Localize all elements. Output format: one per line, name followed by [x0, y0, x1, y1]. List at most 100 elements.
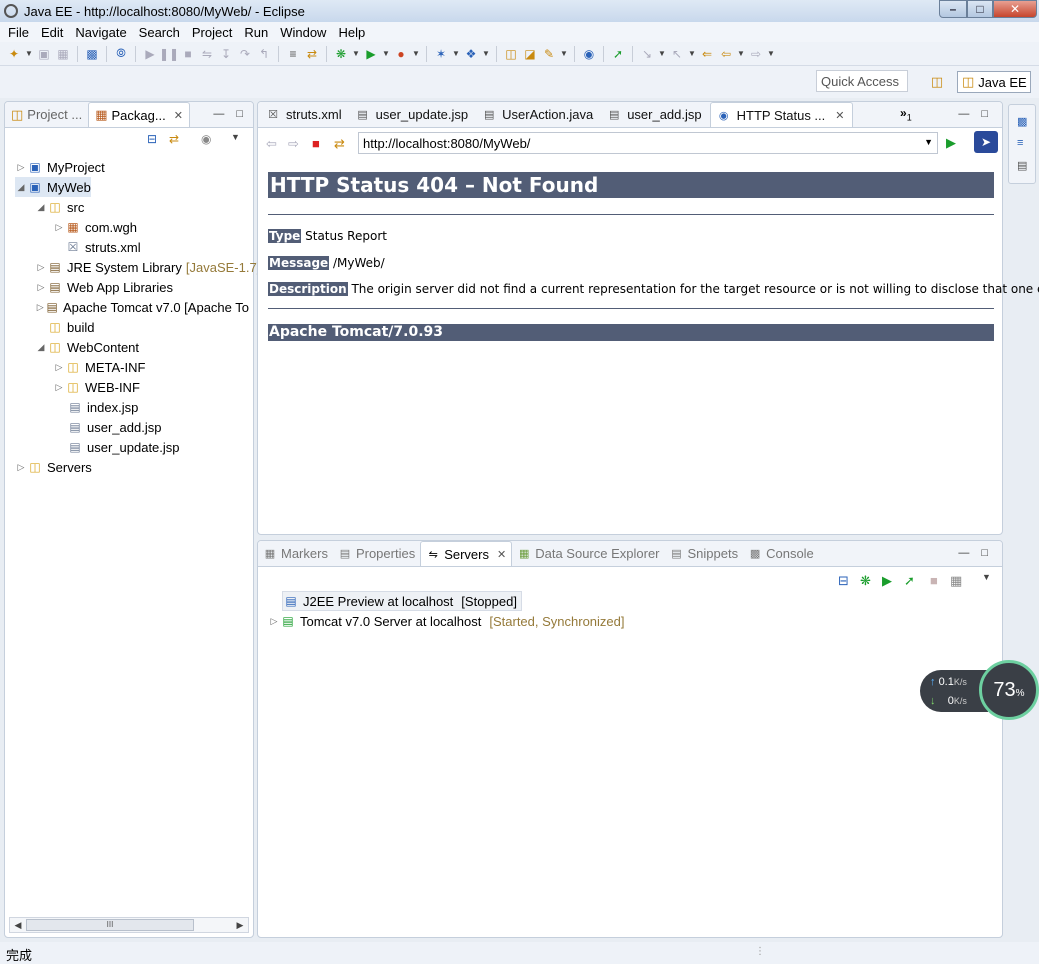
open-folder-icon[interactable]: ◪ — [522, 46, 538, 62]
forward-dropdown-icon[interactable]: ▼ — [767, 49, 775, 58]
menu-navigate[interactable]: Navigate — [69, 25, 132, 40]
scroll-right-icon[interactable]: ▶ — [233, 918, 247, 932]
collapse-all-icon[interactable]: ⊟ — [147, 132, 157, 146]
go-icon[interactable]: ▶ — [946, 135, 956, 151]
suspend-icon[interactable]: ❚❚ — [159, 46, 179, 62]
minimize-view-icon[interactable]: — — [958, 108, 969, 120]
memory-usage-gauge[interactable]: 73% — [979, 660, 1039, 720]
outline-icon[interactable]: ≡ — [1017, 137, 1023, 149]
tree-item-myweb[interactable]: ◢ ▣ MyWeb — [15, 177, 91, 197]
task-list-icon[interactable]: ▤ — [1017, 159, 1027, 172]
tree-item-myproject[interactable]: ▷ ▣ MyProject — [15, 157, 105, 177]
tab-user-update-jsp[interactable]: ▤ user_update.jsp — [350, 102, 477, 127]
run-dropdown-icon[interactable]: ▼ — [382, 49, 390, 58]
perspective-java-ee-button[interactable]: ◫ Java EE — [957, 71, 1031, 93]
new-class-dropdown-icon[interactable]: ▼ — [482, 49, 490, 58]
tab-overflow-button[interactable]: »1 — [900, 106, 912, 122]
server-row-tomcat[interactable]: ▷ ▤ Tomcat v7.0 Server at localhost [Sta… — [268, 611, 625, 631]
close-button[interactable]: ✕ — [993, 0, 1037, 18]
tab-user-add-jsp[interactable]: ▤ user_add.jsp — [601, 102, 709, 127]
view-menu-icon[interactable]: ▼ — [982, 572, 991, 582]
publish-icon[interactable]: ▦ — [950, 573, 962, 589]
terminate-icon[interactable]: ■ — [180, 46, 196, 62]
minimize-view-icon[interactable]: — — [213, 108, 224, 120]
expand-icon[interactable]: ▷ — [53, 382, 65, 393]
menu-run[interactable]: Run — [238, 25, 274, 40]
menu-window[interactable]: Window — [274, 25, 332, 40]
url-history-dropdown-icon[interactable]: ▼ — [924, 137, 933, 147]
run-icon[interactable]: ▶ — [363, 46, 379, 62]
start-server-icon[interactable]: ▶ — [882, 573, 892, 589]
minimize-button[interactable]: – — [939, 0, 967, 18]
collapse-icon[interactable]: ◢ — [35, 202, 47, 213]
refresh-icon[interactable]: ⇄ — [334, 136, 345, 152]
step-over-icon[interactable]: ↷ — [237, 46, 253, 62]
stop-server-icon[interactable]: ■ — [930, 573, 938, 588]
debug-server-icon[interactable]: ❋ — [860, 573, 871, 589]
close-icon[interactable]: ✕ — [497, 548, 506, 561]
back-icon[interactable]: ⇦ — [718, 46, 734, 62]
save-all-icon[interactable]: ▦ — [55, 46, 71, 62]
url-input[interactable]: http://localhost:8080/MyWeb/ ▼ — [358, 132, 938, 154]
maximize-view-icon[interactable]: □ — [981, 108, 988, 120]
view-menu-icon[interactable]: ▼ — [231, 132, 240, 142]
new-server-dropdown-icon[interactable]: ▼ — [452, 49, 460, 58]
menu-edit[interactable]: Edit — [35, 25, 69, 40]
step-return-icon[interactable]: ↰ — [256, 46, 272, 62]
external-tools-dropdown-icon[interactable]: ▼ — [412, 49, 420, 58]
quick-access-input[interactable]: Quick Access — [816, 70, 908, 92]
deploy-icon[interactable]: ➚ — [610, 46, 626, 62]
tab-http-status[interactable]: ◉ HTTP Status ... ✕ — [709, 102, 854, 127]
tree-item-servers[interactable]: ▷ ◫ Servers — [15, 457, 92, 477]
debug-icon[interactable]: ❋ — [333, 46, 349, 62]
tree-item-webcontent[interactable]: ◢ ◫ WebContent — [35, 337, 140, 357]
tab-useraction-java[interactable]: ▤ UserAction.java — [476, 102, 601, 127]
tree-item-apache-tomcat[interactable]: ▷ ▤ Apache Tomcat v7.0 [Apache To — [35, 297, 249, 317]
last-edit-location-icon[interactable]: ⇐ — [699, 46, 715, 62]
tab-servers[interactable]: ⇋ Servers ✕ — [420, 541, 513, 566]
collapse-all-icon[interactable]: ⊟ — [838, 573, 849, 589]
next-annotation-dropdown-icon[interactable]: ▼ — [658, 49, 666, 58]
expand-icon[interactable]: ▷ — [35, 262, 47, 273]
prev-annotation-icon[interactable]: ↖ — [669, 46, 685, 62]
back-arrow-icon[interactable]: ⇦ — [266, 136, 277, 152]
expand-icon[interactable]: ▷ — [35, 302, 45, 313]
focus-icon[interactable]: ◉ — [201, 132, 211, 146]
tab-package-explorer[interactable]: ▦ Packag... ✕ — [88, 102, 190, 127]
save-icon[interactable]: ▣ — [36, 46, 52, 62]
server-row-j2ee-preview[interactable]: ▤ J2EE Preview at localhost [Stopped] — [282, 591, 522, 611]
globe-icon[interactable]: ◉ — [581, 46, 597, 62]
expand-icon[interactable]: ▷ — [15, 162, 27, 173]
tree-item-web-inf[interactable]: ▷ ◫ WEB-INF — [53, 377, 140, 397]
pen-icon[interactable]: ✎ — [541, 46, 557, 62]
profile-server-icon[interactable]: ➚ — [904, 573, 915, 589]
tree-item-web-app-libraries[interactable]: ▷ ▤ Web App Libraries — [35, 277, 173, 297]
step-into-icon[interactable]: ↧ — [218, 46, 234, 62]
tab-console[interactable]: ▩ Console — [743, 541, 819, 566]
tab-markers[interactable]: ▦ Markers — [258, 541, 333, 566]
tree-item-src[interactable]: ◢ ◫ src — [35, 197, 85, 217]
tree-item-user-update-jsp[interactable]: ▤ user_update.jsp — [67, 437, 179, 457]
next-annotation-icon[interactable]: ↘ — [639, 46, 655, 62]
open-external-browser-icon[interactable]: ➤ — [974, 131, 998, 153]
expand-icon[interactable]: ▷ — [268, 616, 280, 627]
horizontal-scrollbar[interactable]: ◀ III ▶ — [9, 917, 249, 933]
pen-dropdown-icon[interactable]: ▼ — [560, 49, 568, 58]
menu-search[interactable]: Search — [133, 25, 186, 40]
tab-struts-xml[interactable]: ☒ struts.xml — [260, 102, 350, 127]
expand-icon[interactable]: ▷ — [15, 462, 27, 473]
disconnect-icon[interactable]: ⇋ — [199, 46, 215, 62]
open-perspective-icon[interactable]: ◫ — [928, 73, 946, 91]
close-icon[interactable]: ✕ — [835, 109, 844, 122]
debug-dropdown-icon[interactable]: ▼ — [352, 49, 360, 58]
forward-arrow-icon[interactable]: ⇨ — [288, 136, 299, 152]
tab-snippets[interactable]: ▤ Snippets — [665, 541, 744, 566]
tree-item-jre-system-library[interactable]: ▷ ▤ JRE System Library [JavaSE-1.7] — [35, 257, 261, 277]
restore-icon[interactable]: ▩ — [1017, 115, 1027, 128]
tree-item-build[interactable]: ◫ build — [47, 317, 94, 337]
minimize-view-icon[interactable]: — — [958, 547, 969, 559]
scroll-left-icon[interactable]: ◀ — [11, 918, 25, 932]
collapse-icon[interactable]: ◢ — [15, 182, 27, 193]
expand-icon[interactable]: ▷ — [53, 222, 65, 233]
tab-data-source-explorer[interactable]: ▦ Data Source Explorer — [512, 541, 664, 566]
